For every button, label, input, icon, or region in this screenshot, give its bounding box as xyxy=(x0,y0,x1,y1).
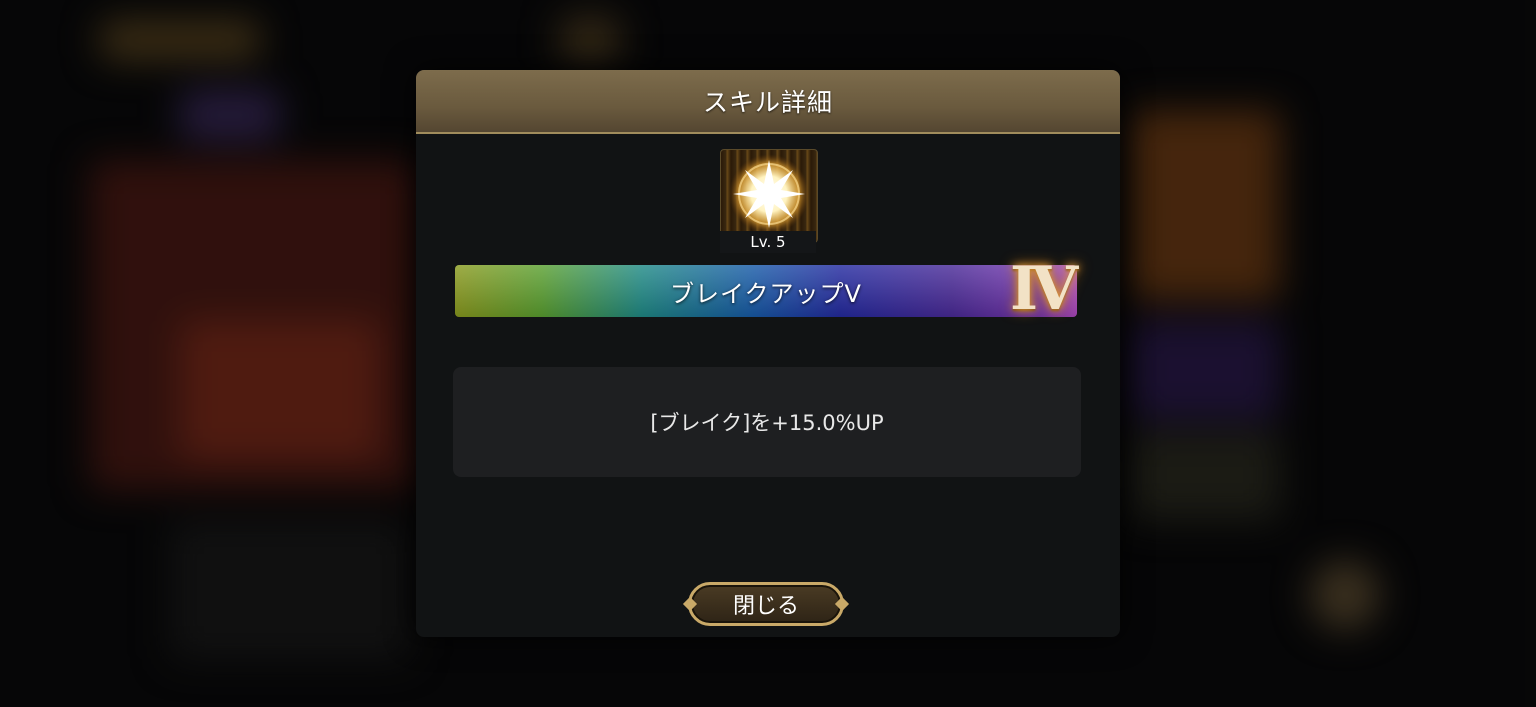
skill-description-box: [ブレイク]を+15.0%UP xyxy=(453,367,1081,477)
close-button-label: 閉じる xyxy=(732,594,799,619)
sunburst-skill-icon xyxy=(720,149,818,243)
skill-name: ブレイクアップV xyxy=(670,279,862,308)
skill-name-banner: ブレイクアップV xyxy=(455,265,1077,317)
ornament-left-icon xyxy=(682,596,698,612)
skill-detail-dialog: スキル詳細 Lv. 5 ブレイクアップV Ⅳ [ブレイク]を+15.0%UP 閉… xyxy=(416,70,1120,637)
dialog-title: スキル詳細 xyxy=(416,70,1120,134)
close-button[interactable]: 閉じる xyxy=(682,582,850,626)
skill-description: [ブレイク]を+15.0%UP xyxy=(650,411,884,435)
skill-icon-frame: Lv. 5 xyxy=(720,149,818,253)
skill-level-label: Lv. 5 xyxy=(720,231,816,253)
rank-badge: Ⅳ xyxy=(1009,254,1078,324)
ornament-right-icon xyxy=(834,596,850,612)
